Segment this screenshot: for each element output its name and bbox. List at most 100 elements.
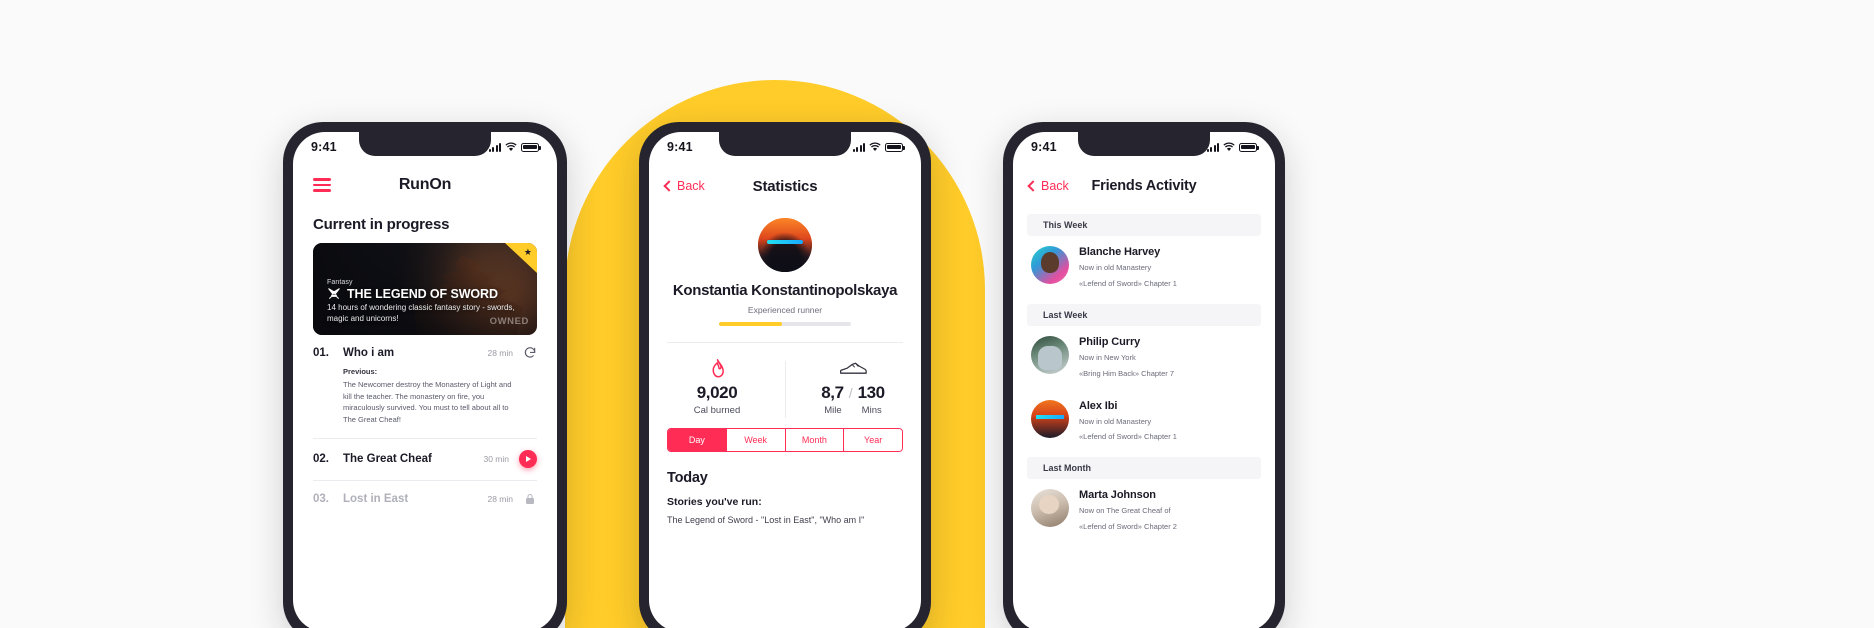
- dual-stat-labels: Mile Mins: [824, 405, 881, 416]
- list-item[interactable]: Philip Curry Now in New York «Bring Him …: [1013, 326, 1275, 390]
- friend-name: Marta Johnson: [1079, 489, 1156, 502]
- sneaker-icon: [839, 359, 867, 379]
- phone-runon-home: 9:41 RunOn Current in progress ★ OWNED F…: [283, 122, 567, 628]
- chapter-row[interactable]: 02. The Great Cheaf 30 min: [293, 439, 557, 468]
- hero-title: THE LEGEND OF SWORD: [347, 287, 498, 302]
- avatar: [1031, 246, 1069, 284]
- profile-rank: Experienced runner: [747, 305, 823, 315]
- friend-body: Marta Johnson Now on The Great Cheaf of …: [1079, 489, 1257, 533]
- phone-statistics: 9:41 Back Statistics Konstantia Konstant…: [639, 122, 931, 628]
- friend-status-line1: Now in old Manastery: [1079, 416, 1152, 426]
- section-header-last-month: Last Month: [1027, 457, 1261, 480]
- section-header-this-week: This Week: [1027, 214, 1261, 236]
- back-button[interactable]: Back: [663, 179, 705, 193]
- chevron-left-icon: [663, 180, 675, 192]
- chapter-name: Who i am: [343, 347, 395, 359]
- avatar-wrapper: [649, 218, 921, 272]
- chapter-row[interactable]: 01. Who i am 28 min Previous: The Newcom…: [293, 335, 557, 426]
- flame-icon: [709, 358, 726, 379]
- chapter-action[interactable]: [523, 346, 537, 360]
- phone3-screen: 9:41 Back Friends Activity This Week Bla…: [1013, 132, 1275, 628]
- previous-text: The Newcomer destroy the Monastery of Li…: [343, 380, 512, 424]
- hero-genre: Fantasy: [327, 279, 353, 287]
- redo-icon[interactable]: [523, 346, 537, 360]
- flame-icon-glyph: [712, 358, 724, 378]
- friend-status-line1: Now in old Manastery: [1079, 263, 1152, 272]
- stat-separator: /: [848, 384, 853, 401]
- period-segmented-control[interactable]: Day Week Month Year: [667, 427, 903, 452]
- segment-day[interactable]: Day: [668, 428, 727, 451]
- friend-status-line1: Now in New York: [1079, 352, 1136, 362]
- list-item[interactable]: Marta Johnson Now on The Great Cheaf of …: [1013, 479, 1275, 543]
- cellular-signal-icon: [488, 142, 501, 152]
- page-title: RunOn: [398, 176, 452, 193]
- phone2-screen: 9:41 Back Statistics Konstantia Konstant…: [649, 132, 921, 628]
- hero-story-card[interactable]: ★ OWNED Fantasy THE LEGEND OF SWORD 14 h…: [313, 243, 537, 335]
- wifi-icon: [1223, 142, 1235, 151]
- friend-name: Blanche Harvey: [1079, 246, 1161, 258]
- profile-name: Konstantia Konstantinopolskaya: [672, 282, 898, 299]
- previous-label: Previous:: [343, 367, 378, 376]
- sneaker-icon-glyph: [840, 362, 867, 374]
- chapter-number: 02.: [313, 452, 329, 465]
- section-title-current-progress: Current in progress: [313, 216, 450, 233]
- back-label: Back: [677, 179, 705, 193]
- battery-icon: [1239, 142, 1259, 152]
- phone3-status-bar: 9:41: [1013, 132, 1275, 162]
- list-item[interactable]: Blanche Harvey Now in old Manastery «Lef…: [1013, 236, 1275, 300]
- screenshot-stage: 9:41 RunOn Current in progress ★ OWNED F…: [0, 0, 1874, 628]
- wifi-icon: [869, 142, 881, 151]
- hamburger-menu-icon[interactable]: [313, 178, 331, 192]
- status-icons: [1206, 142, 1259, 152]
- segment-year[interactable]: Year: [844, 428, 902, 451]
- phone1-screen: 9:41 RunOn Current in progress ★ OWNED F…: [293, 132, 557, 628]
- chapter-previous-block: Previous: The Newcomer destroy the Monas…: [313, 360, 537, 426]
- friend-body: Philip Curry Now in New York «Bring Him …: [1079, 336, 1257, 380]
- friend-status-line1: Now on The Great Cheaf of: [1079, 506, 1171, 516]
- hero-body: Fantasy THE LEGEND OF SWORD 14 hours of …: [327, 279, 527, 325]
- segment-week[interactable]: Week: [726, 428, 786, 451]
- avatar: [1031, 489, 1069, 528]
- play-icon[interactable]: [519, 449, 537, 468]
- segment-month[interactable]: Month: [785, 428, 845, 451]
- status-time: 9:41: [1031, 140, 1057, 154]
- hero-description: 14 hours of wondering classic fantasy st…: [327, 303, 515, 324]
- status-time: 9:41: [667, 140, 693, 154]
- chapter-header: 03. Lost in East 28 min: [313, 492, 537, 506]
- friend-status-line2: «Bring Him Back» Chapter 7: [1079, 368, 1175, 378]
- chapter-name: Lost in East: [343, 492, 409, 505]
- section-divider: [667, 341, 903, 343]
- battery-icon: [521, 142, 541, 152]
- phone2-navbar: Back Statistics: [649, 162, 921, 210]
- stat-value-minutes: 130: [857, 382, 886, 402]
- chapter-duration: 28 min: [487, 493, 513, 504]
- chapter-duration: 28 min: [487, 348, 513, 358]
- section-header-last-week: Last Week: [1027, 303, 1261, 326]
- rank-progress-bar: [719, 322, 851, 326]
- chapter-header: 01. Who i am 28 min: [313, 346, 537, 360]
- friend-name: Philip Curry: [1079, 335, 1141, 348]
- stat-distance-time: 8,7 / 130 Mile Mins: [785, 353, 921, 426]
- list-item[interactable]: Alex Ibi Now in old Manastery «Lefend of…: [1013, 390, 1275, 454]
- phone2-status-bar: 9:41: [649, 132, 921, 162]
- stats-row: 9,020 Cal burned 8,7 / 130 Mile Mins: [649, 353, 921, 426]
- chapter-row[interactable]: 03. Lost in East 28 min: [293, 481, 557, 506]
- cellular-signal-icon: [1206, 142, 1219, 152]
- friend-status-line2: «Lefend of Sword» Chapter 2: [1079, 522, 1177, 532]
- back-button[interactable]: Back: [1027, 179, 1069, 193]
- stat-value-distance: 8,7: [821, 382, 844, 402]
- phone1-navbar: RunOn: [293, 162, 557, 208]
- chapter-name: The Great Cheaf: [343, 452, 432, 465]
- friend-status-line2: «Lefend of Sword» Chapter 1: [1079, 278, 1177, 288]
- lock-icon: [526, 493, 534, 504]
- avatar[interactable]: [758, 218, 812, 272]
- avatar: [1031, 335, 1069, 374]
- star-icon: ★: [523, 247, 532, 257]
- status-icons: [852, 142, 905, 152]
- stat-label: Cal burned: [693, 404, 741, 416]
- chevron-left-icon: [1027, 180, 1039, 192]
- today-heading: Today: [667, 469, 708, 486]
- battery-icon: [885, 142, 905, 152]
- phone3-navbar: Back Friends Activity: [1013, 162, 1275, 210]
- friend-name: Alex Ibi: [1079, 399, 1118, 412]
